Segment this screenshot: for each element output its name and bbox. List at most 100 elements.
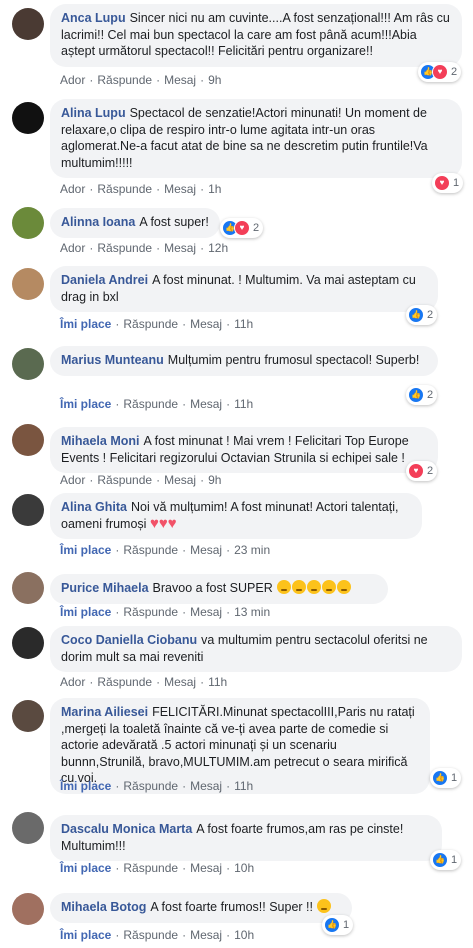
comment-text: A fost super! bbox=[139, 215, 209, 229]
love-link[interactable]: Ador bbox=[60, 73, 85, 87]
avatar[interactable] bbox=[12, 627, 44, 659]
reply-link[interactable]: Răspunde bbox=[97, 675, 152, 689]
avatar[interactable] bbox=[12, 494, 44, 526]
kissing-emoji bbox=[277, 580, 292, 594]
comment-author[interactable]: Alina Lupu bbox=[61, 106, 126, 120]
message-link[interactable]: Mesaj bbox=[164, 675, 196, 689]
reaction-count: 1 bbox=[453, 177, 460, 189]
message-link[interactable]: Mesaj bbox=[190, 779, 222, 793]
like-link[interactable]: Îmi place bbox=[60, 397, 111, 411]
reply-link[interactable]: Răspunde bbox=[123, 317, 178, 331]
reaction-count: 1 bbox=[451, 854, 458, 866]
reply-link[interactable]: Răspunde bbox=[97, 473, 152, 487]
like-reaction-icon: 👍 bbox=[408, 307, 424, 323]
comment-author[interactable]: Alina Ghita bbox=[61, 500, 127, 514]
avatar[interactable] bbox=[12, 268, 44, 300]
comment-time[interactable]: 13 min bbox=[234, 605, 270, 619]
reply-link[interactable]: Răspunde bbox=[123, 861, 178, 875]
message-link[interactable]: Mesaj bbox=[190, 928, 222, 942]
avatar[interactable] bbox=[12, 207, 44, 239]
comment-time[interactable]: 11h bbox=[234, 397, 253, 411]
comment-actions: Îmi place · Răspunde · Mesaj · 10h bbox=[60, 861, 255, 875]
comment-time[interactable]: 10h bbox=[234, 928, 254, 942]
avatar[interactable] bbox=[12, 424, 44, 456]
reply-link[interactable]: Răspunde bbox=[123, 543, 178, 557]
comment-time[interactable]: 11h bbox=[234, 317, 253, 331]
like-link[interactable]: Îmi place bbox=[60, 543, 111, 557]
comment-time[interactable]: 9h bbox=[208, 73, 221, 87]
message-link[interactable]: Mesaj bbox=[164, 182, 196, 196]
comment-author[interactable]: Daniela Andrei bbox=[61, 273, 148, 287]
comment-time[interactable]: 11h bbox=[234, 779, 253, 793]
comment-author[interactable]: Marius Munteanu bbox=[61, 353, 164, 367]
comment-author[interactable]: Coco Daniella Ciobanu bbox=[61, 633, 197, 647]
comment-author[interactable]: Dascalu Monica Marta bbox=[61, 822, 192, 836]
comment-author[interactable]: Purice Mihaela bbox=[61, 581, 149, 595]
message-link[interactable]: Mesaj bbox=[164, 473, 196, 487]
reaction-summary[interactable]: 👍 1 bbox=[430, 768, 462, 788]
avatar[interactable] bbox=[12, 8, 44, 40]
comment-time[interactable]: 10h bbox=[234, 861, 254, 875]
reaction-summary[interactable]: 👍 2 bbox=[406, 385, 438, 405]
avatar[interactable] bbox=[12, 572, 44, 604]
reaction-summary[interactable]: ♥ 1 bbox=[432, 173, 464, 193]
message-link[interactable]: Mesaj bbox=[190, 397, 222, 411]
like-link[interactable]: Îmi place bbox=[60, 928, 111, 942]
reply-link[interactable]: Răspunde bbox=[97, 73, 152, 87]
love-link[interactable]: Ador bbox=[60, 675, 85, 689]
comment-time[interactable]: 23 min bbox=[234, 543, 270, 557]
comment-actions: Îmi place · Răspunde · Mesaj · 11h bbox=[60, 317, 254, 331]
reply-link[interactable]: Răspunde bbox=[97, 182, 152, 196]
like-link[interactable]: Îmi place bbox=[60, 317, 111, 331]
comment-bubble: Anca Lupu Sincer nici nu am cuvinte....A … bbox=[50, 4, 462, 67]
comment-author[interactable]: Mihaela Moni bbox=[61, 434, 139, 448]
message-link[interactable]: Mesaj bbox=[164, 73, 196, 87]
comment-author[interactable]: Marina Ailiesei bbox=[61, 705, 148, 719]
message-link[interactable]: Mesaj bbox=[190, 861, 222, 875]
comment-time[interactable]: 12h bbox=[208, 241, 228, 255]
comment-bubble: Purice Mihaela Bravoo a fost SUPER bbox=[50, 574, 388, 604]
love-link[interactable]: Ador bbox=[60, 473, 85, 487]
like-link[interactable]: Îmi place bbox=[60, 779, 111, 793]
like-reaction-icon: 👍 bbox=[432, 852, 448, 868]
comment-time[interactable]: 11h bbox=[208, 675, 227, 689]
message-link[interactable]: Mesaj bbox=[190, 605, 222, 619]
love-reaction-icon: ♥ bbox=[432, 64, 448, 80]
love-link[interactable]: Ador bbox=[60, 241, 85, 255]
reaction-summary[interactable]: 👍 ♥ 2 bbox=[220, 218, 264, 238]
message-link[interactable]: Mesaj bbox=[190, 543, 222, 557]
message-link[interactable]: Mesaj bbox=[164, 241, 196, 255]
like-link[interactable]: Îmi place bbox=[60, 605, 111, 619]
reaction-summary[interactable]: 👍 ♥ 2 bbox=[418, 62, 462, 82]
avatar-image bbox=[12, 893, 44, 925]
reply-link[interactable]: Răspunde bbox=[123, 605, 178, 619]
reaction-summary[interactable]: 👍 1 bbox=[322, 915, 354, 935]
comment-author[interactable]: Mihaela Botog bbox=[61, 900, 146, 914]
comment-actions: Îmi place · Răspunde · Mesaj · 10h bbox=[60, 928, 255, 942]
reply-link[interactable]: Răspunde bbox=[123, 779, 178, 793]
like-reaction-icon: 👍 bbox=[408, 387, 424, 403]
avatar[interactable] bbox=[12, 102, 44, 134]
avatar-image bbox=[12, 268, 44, 300]
reaction-summary[interactable]: ♥ 2 bbox=[406, 461, 438, 481]
love-link[interactable]: Ador bbox=[60, 182, 85, 196]
reply-link[interactable]: Răspunde bbox=[123, 928, 178, 942]
reply-link[interactable]: Răspunde bbox=[123, 397, 178, 411]
avatar[interactable] bbox=[12, 893, 44, 925]
like-link[interactable]: Îmi place bbox=[60, 861, 111, 875]
reaction-summary[interactable]: 👍 1 bbox=[430, 850, 462, 870]
avatar[interactable] bbox=[12, 700, 44, 732]
comment-time[interactable]: 1h bbox=[208, 182, 221, 196]
reaction-count: 2 bbox=[427, 465, 434, 477]
reaction-summary[interactable]: 👍 2 bbox=[406, 305, 438, 325]
avatar[interactable] bbox=[12, 812, 44, 844]
reply-link[interactable]: Răspunde bbox=[97, 241, 152, 255]
comment-author[interactable]: Alinna Ioana bbox=[61, 215, 135, 229]
avatar[interactable] bbox=[12, 348, 44, 380]
comment-list: Anca Lupu Sincer nici nu am cuvinte....A … bbox=[0, 0, 473, 948]
avatar-image bbox=[12, 494, 44, 526]
comment-bubble: Alina Ghita Noi vă mulțumim! A fost minun… bbox=[50, 493, 422, 539]
comment-author[interactable]: Anca Lupu bbox=[61, 11, 126, 25]
message-link[interactable]: Mesaj bbox=[190, 317, 222, 331]
comment-time[interactable]: 9h bbox=[208, 473, 221, 487]
